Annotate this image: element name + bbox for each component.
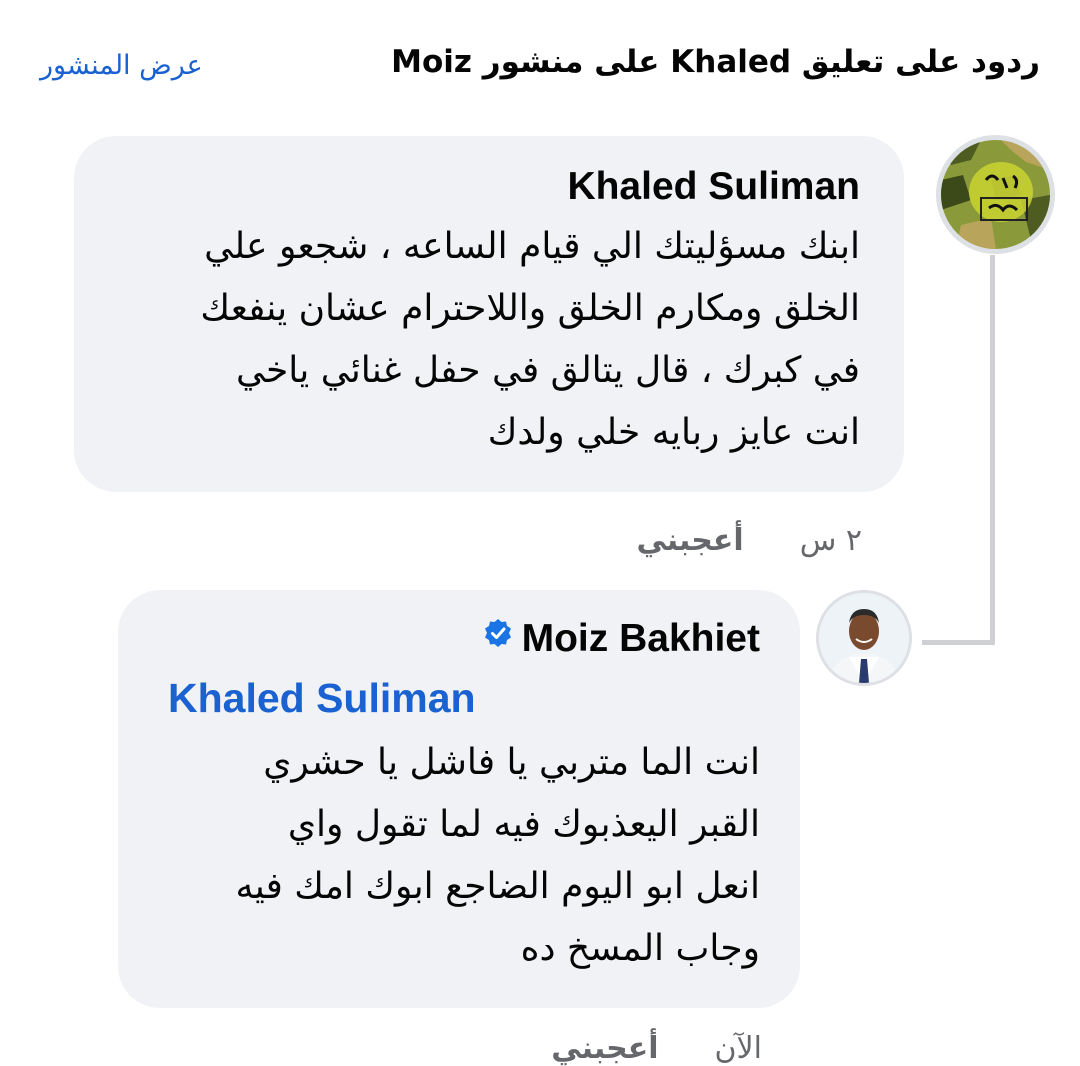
avatar-khaled[interactable]	[936, 135, 1055, 254]
comment-text: ابنك مسؤليتك الي قيام الساعه ، شجعو علي …	[200, 226, 860, 453]
like-button[interactable]: أعجبني	[636, 523, 743, 558]
verified-badge-icon	[482, 612, 514, 662]
comment-actions: ٢ س أعجبني	[636, 522, 862, 558]
comment-bubble: Khaled Suliman ابنك مسؤليتك الي قيام الس…	[74, 136, 904, 492]
reply-author: Moiz Bakhiet	[158, 614, 760, 666]
reply-like-button[interactable]: أعجبني	[551, 1031, 658, 1066]
reply-time[interactable]: الآن	[715, 1031, 762, 1066]
comment-author[interactable]: Khaled Suliman	[114, 162, 860, 212]
replies-header: ردود على تعليق Khaled على منشور Moiz عرض…	[0, 0, 1080, 120]
comment-time[interactable]: ٢ س	[800, 523, 862, 558]
reply-actions: الآن أعجبني	[551, 1030, 762, 1066]
avatar-moiz[interactable]	[816, 590, 912, 686]
view-post-link[interactable]: عرض المنشور	[40, 50, 203, 81]
reply-author-name[interactable]: Moiz Bakhiet	[522, 617, 760, 660]
page-title: ردود على تعليق Khaled على منشور Moiz	[391, 44, 1040, 80]
reply-text: انت الما متربي يا فاشل يا حشري القبر الي…	[235, 741, 760, 969]
camouflage-badge-icon	[941, 140, 1050, 249]
thread-connector-horizontal	[922, 640, 995, 645]
reply-bubble: Moiz Bakhiet Khaled Suliman انت الما متر…	[118, 590, 800, 1008]
thread-connector-vertical	[990, 255, 995, 645]
profile-photo-icon	[819, 593, 909, 683]
mention-link[interactable]: Khaled Suliman	[158, 672, 760, 724]
